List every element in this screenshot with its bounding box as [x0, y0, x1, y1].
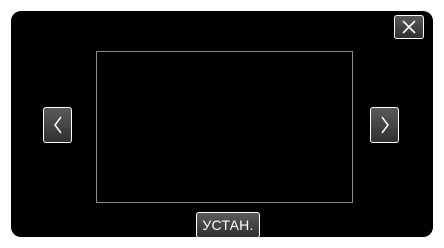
set-button-label: УСТАН. [202, 217, 254, 233]
camera-screen: УСТАН. [11, 11, 433, 238]
next-button[interactable] [370, 107, 399, 143]
image-preview-frame [96, 51, 353, 203]
chevron-left-icon [53, 116, 62, 134]
close-icon [402, 20, 416, 34]
set-button[interactable]: УСТАН. [196, 212, 260, 238]
chevron-right-icon [380, 116, 389, 134]
close-button[interactable] [394, 15, 424, 39]
previous-button[interactable] [43, 107, 72, 143]
